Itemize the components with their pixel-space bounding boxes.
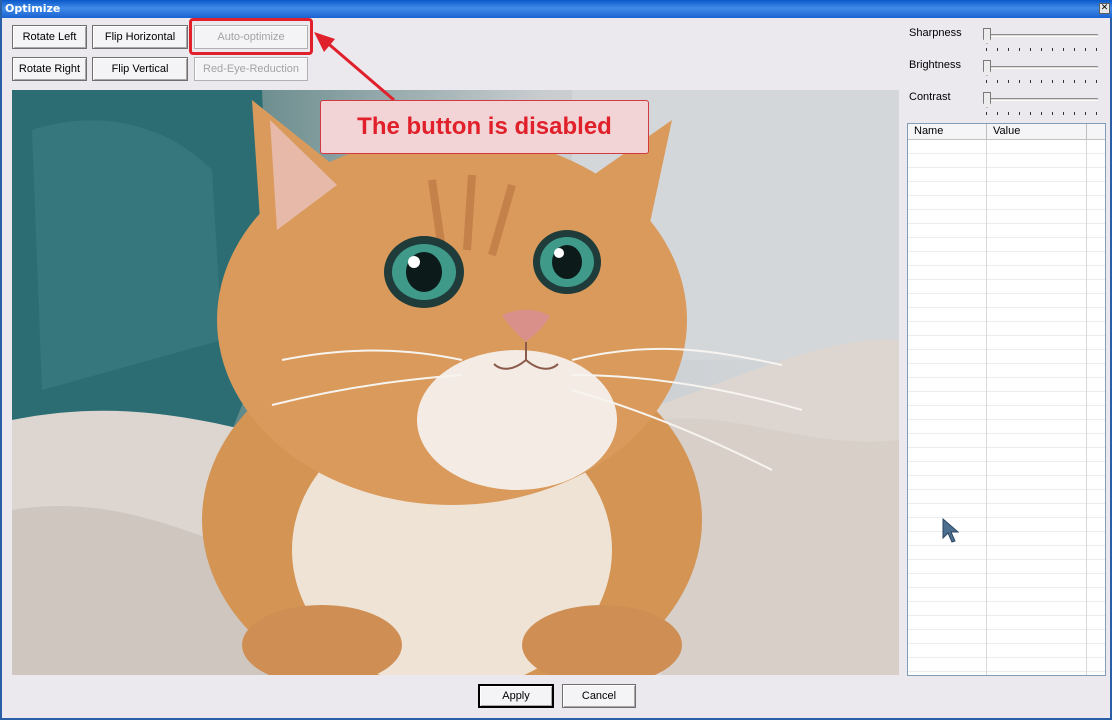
cancel-button[interactable]: Cancel (562, 684, 636, 708)
mouse-cursor-icon (942, 518, 960, 543)
sharpness-slider[interactable] (980, 28, 1100, 52)
annotation-highlight (189, 18, 313, 55)
brightness-label: Brightness (909, 59, 961, 71)
apply-button[interactable]: Apply (478, 684, 554, 708)
brightness-slider-thumb[interactable] (983, 60, 991, 76)
flip-vertical-button[interactable]: Flip Vertical (92, 57, 188, 81)
cat-photo-image (12, 90, 899, 675)
sharpness-slider-thumb[interactable] (983, 28, 991, 44)
close-icon[interactable]: ✕ (1099, 3, 1110, 14)
contrast-slider[interactable] (980, 92, 1100, 116)
sharpness-label: Sharpness (909, 27, 962, 39)
name-column-header[interactable]: Name (908, 124, 987, 139)
window-title: Optimize (5, 2, 61, 15)
rotate-right-button[interactable]: Rotate Right (12, 57, 87, 81)
title-bar: Optimize ✕ (2, 0, 1112, 18)
optimize-dialog: Optimize ✕ Rotate Left Flip Horizontal A… (0, 0, 1112, 720)
brightness-slider[interactable] (980, 60, 1100, 84)
red-eye-reduction-button[interactable]: Red-Eye-Reduction (194, 57, 308, 81)
list-body (908, 140, 1105, 675)
list-header: Name Value (908, 124, 1105, 140)
contrast-slider-thumb[interactable] (983, 92, 991, 108)
properties-list[interactable]: Name Value (907, 123, 1106, 676)
contrast-label: Contrast (909, 91, 951, 103)
value-column-header[interactable]: Value (987, 124, 1087, 139)
image-preview (12, 90, 899, 675)
flip-horizontal-button[interactable]: Flip Horizontal (92, 25, 188, 49)
rotate-left-button[interactable]: Rotate Left (12, 25, 87, 49)
annotation-callout: The button is disabled (320, 100, 649, 154)
annotation-arrow (314, 32, 395, 102)
